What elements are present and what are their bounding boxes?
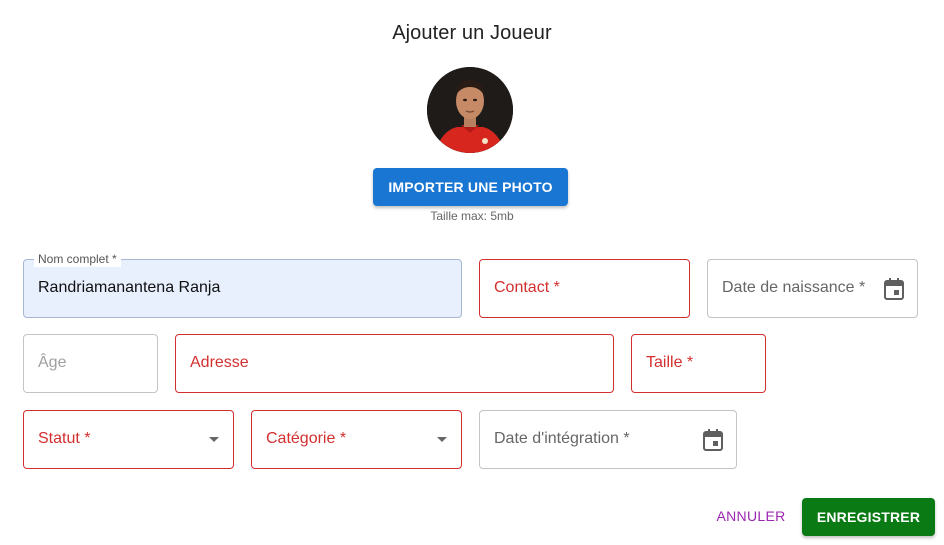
birth-date-field[interactable]: Date de naissance * [707, 259, 918, 318]
save-button[interactable]: ENREGISTRER [802, 498, 935, 536]
full-name-label: Nom complet * [34, 251, 121, 267]
integration-date-field[interactable]: Date d'intégration * [479, 410, 737, 469]
height-field[interactable]: Taille * [631, 334, 766, 393]
address-field[interactable]: Adresse [175, 334, 614, 393]
calendar-icon[interactable] [883, 277, 905, 301]
category-label: Catégorie * [266, 430, 347, 447]
player-avatar [427, 67, 513, 153]
add-player-dialog: Ajouter un Joueur IMPORTER UNE PHOTO Tai… [0, 0, 944, 545]
integration-date-label: Date d'intégration * [494, 430, 630, 447]
dialog-title: Ajouter un Joueur [392, 22, 552, 44]
chevron-down-icon[interactable] [437, 437, 447, 442]
contact-label: Contact * [494, 279, 560, 296]
upload-photo-button[interactable]: IMPORTER UNE PHOTO [373, 168, 568, 206]
status-label: Statut * [38, 430, 91, 447]
age-field[interactable]: Âge [23, 334, 158, 393]
calendar-icon[interactable] [702, 428, 724, 452]
address-label: Adresse [190, 354, 249, 371]
upload-size-hint: Taille max: 5mb [430, 209, 514, 223]
birth-date-label: Date de naissance * [722, 279, 866, 296]
category-select[interactable]: Catégorie * [251, 410, 462, 469]
cancel-button[interactable]: ANNULER [705, 498, 797, 534]
height-label: Taille * [646, 354, 694, 371]
chevron-down-icon[interactable] [209, 437, 219, 442]
full-name-field[interactable]: Nom complet * Randriamanantena Ranja [23, 251, 462, 318]
full-name-value: Randriamanantena Ranja [38, 279, 221, 296]
status-select[interactable]: Statut * [23, 410, 234, 469]
contact-field[interactable]: Contact * [479, 259, 690, 318]
age-placeholder: Âge [38, 354, 67, 371]
